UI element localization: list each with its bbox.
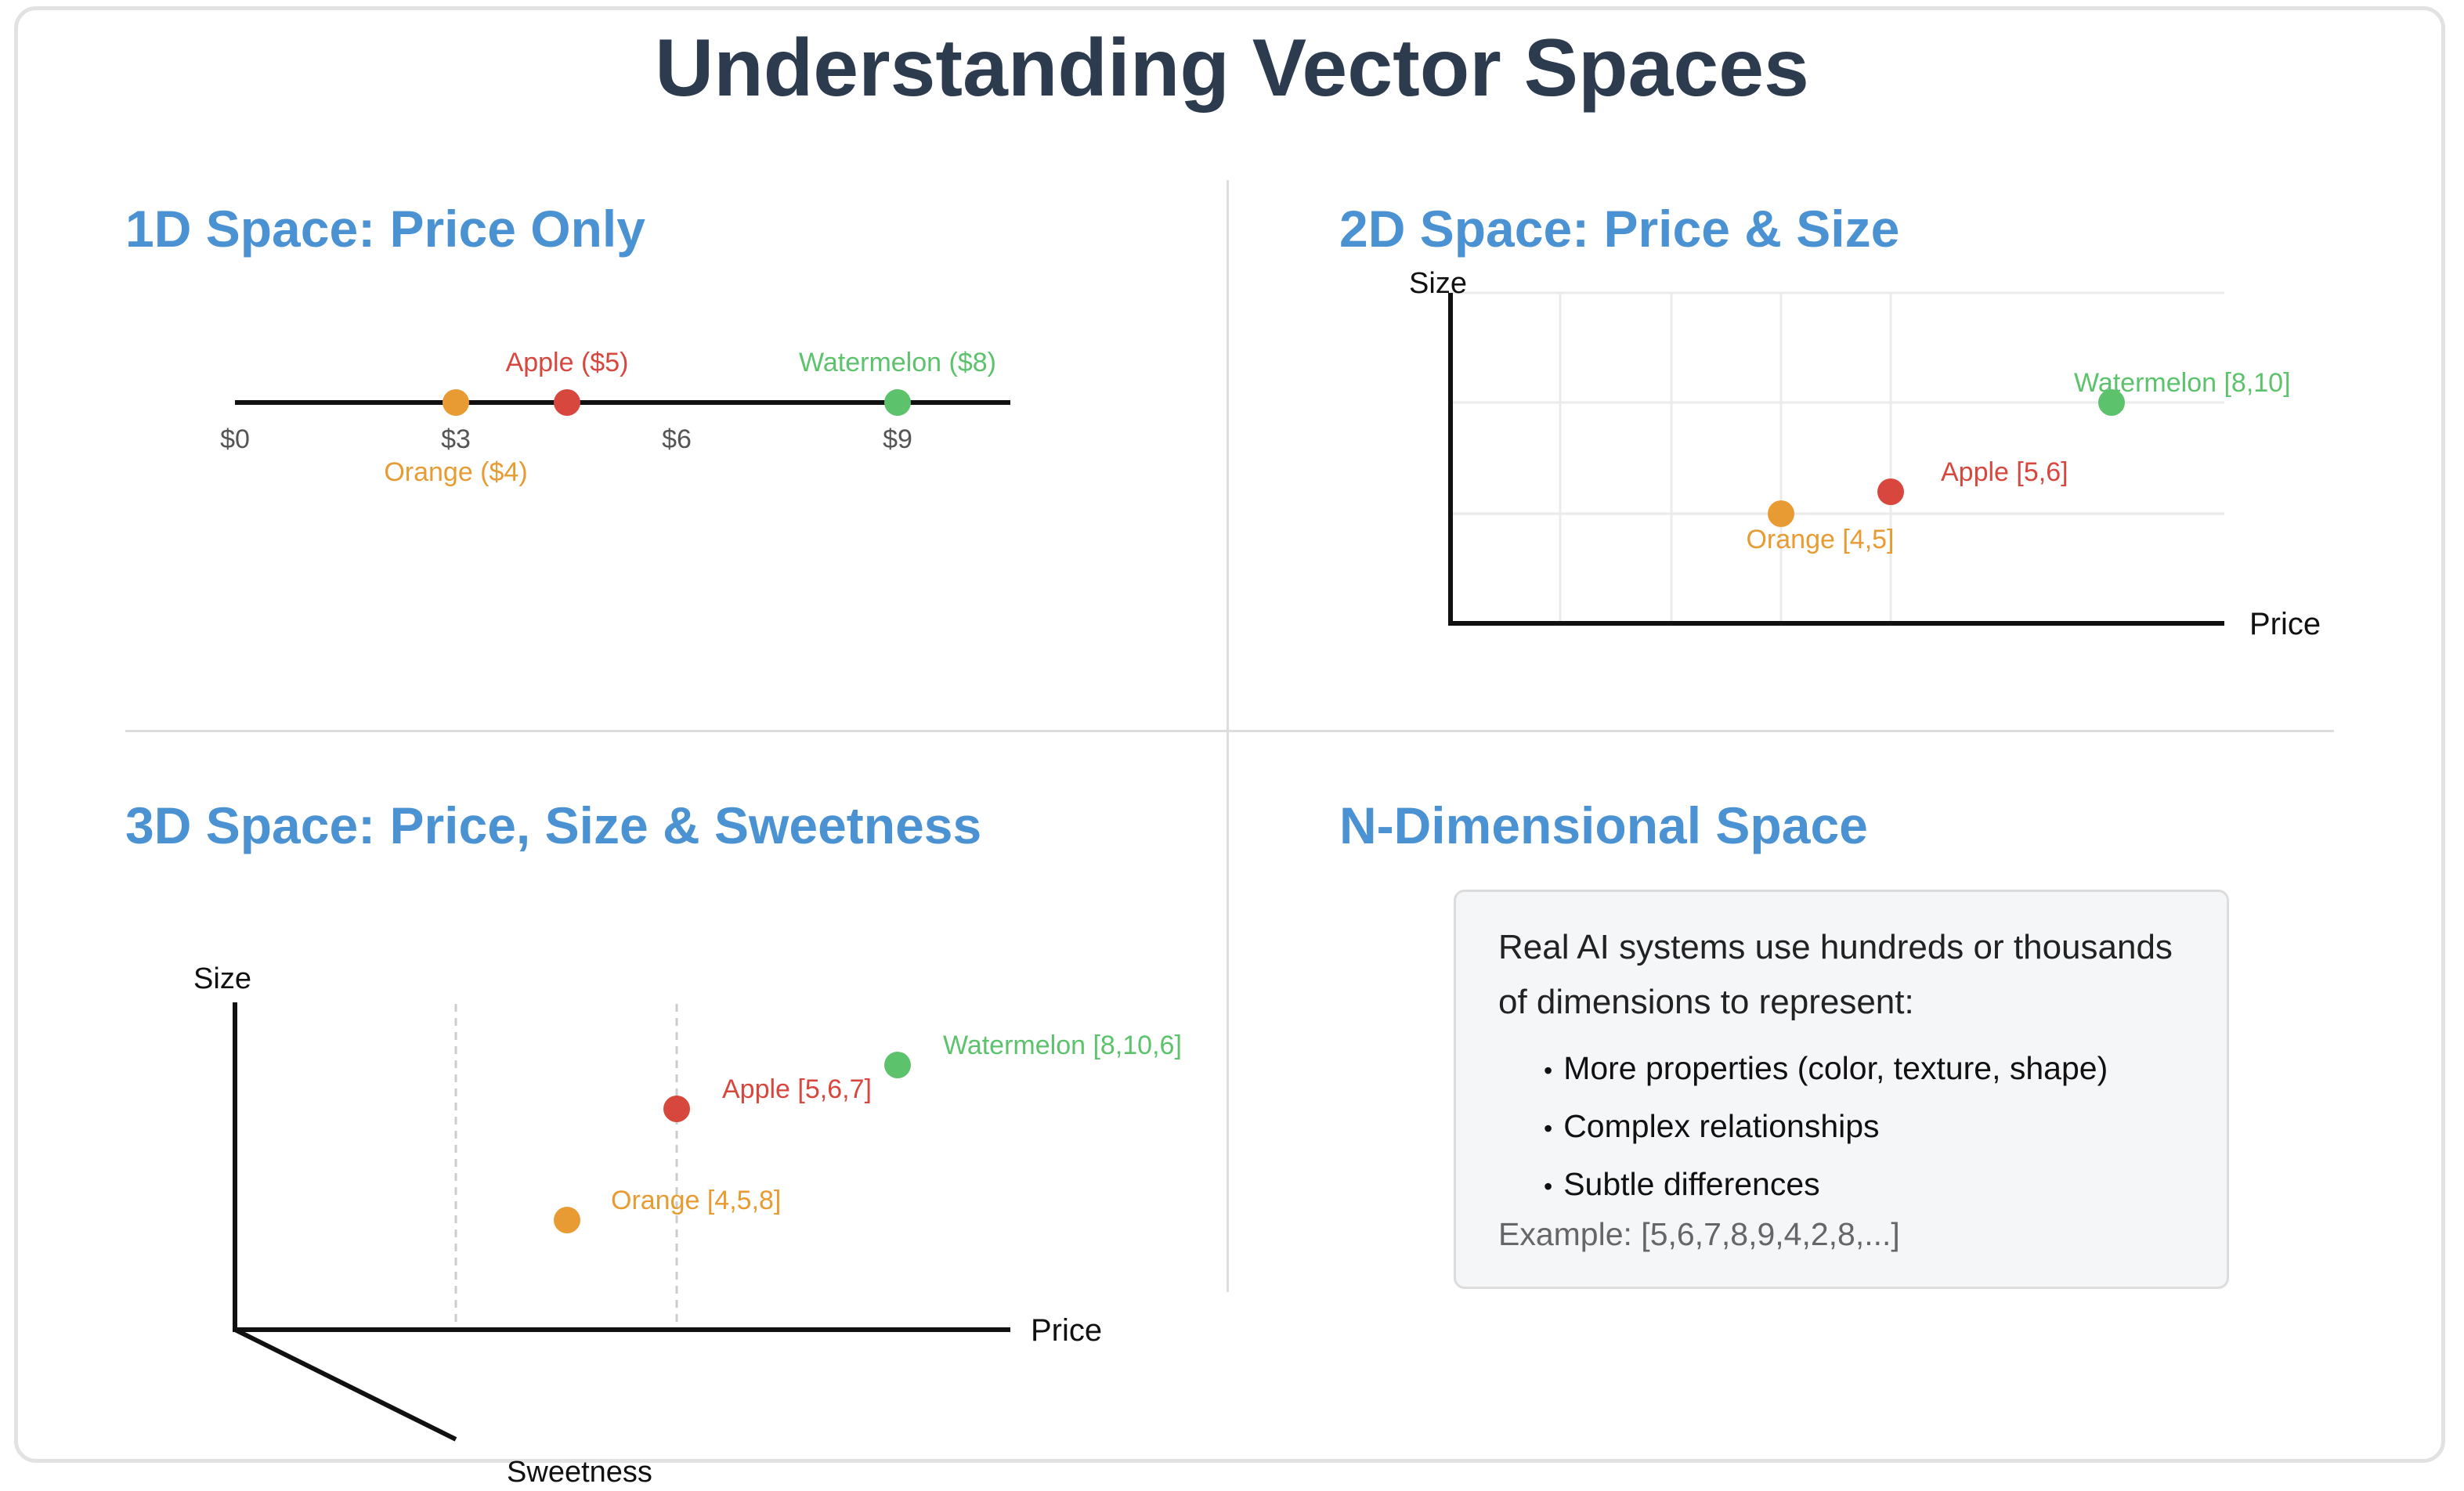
nd-intro-text: Real AI systems use hundreds or thousand… <box>1498 928 2173 1021</box>
apple-point <box>554 389 580 416</box>
nd-example-vector: Example: [5,6,7,8,9,4,2,8,...] <box>1498 1216 1900 1252</box>
tick-label-9: $9 <box>883 424 912 454</box>
sweetness-axis-label: Sweetness <box>507 1456 652 1489</box>
nd-property-list: More properties (color, texture, shape) … <box>1498 1041 2184 1215</box>
panel-3d-plot: Size Price Sweetness Orange [4,5,8] Appl… <box>193 962 1182 1489</box>
n-dimensional-info-box: Real AI systems use hundreds or thousand… <box>1454 890 2229 1289</box>
orange-point <box>443 389 469 416</box>
list-item: Subtle differences <box>1544 1157 2184 1215</box>
list-item: Complex relationships <box>1544 1099 2184 1157</box>
price-axis-label: Price <box>1031 1313 1102 1348</box>
sweetness-axis <box>233 1327 457 1442</box>
apple-label: Apple [5,6,7] <box>722 1074 872 1104</box>
size-axis-label: Size <box>193 962 251 995</box>
watermelon-label: Watermelon ($8) <box>799 348 996 377</box>
apple-label: Apple [5,6] <box>1941 457 2068 487</box>
apple-label: Apple ($5) <box>506 348 629 377</box>
watermelon-label: Watermelon [8,10,6] <box>943 1031 1182 1060</box>
orange-label: Orange [4,5] <box>1746 525 1894 554</box>
watermelon-point <box>884 1052 911 1078</box>
y-axis-label: Size <box>1409 267 1467 300</box>
orange-label: Orange ($4) <box>384 457 527 487</box>
panel-1d-number-line: $0 $3 $6 $9 Orange ($4) Apple ($5) Water… <box>220 348 1010 487</box>
orange-point <box>554 1207 580 1233</box>
x-axis-label: Price <box>2249 607 2321 641</box>
apple-point <box>1877 478 1904 505</box>
tick-label-0: $0 <box>220 424 250 454</box>
watermelon-label: Watermelon [8,10] <box>2074 368 2291 398</box>
orange-point <box>1768 500 1794 527</box>
watermelon-point <box>884 389 911 416</box>
tick-label-6: $6 <box>662 424 692 454</box>
orange-label: Orange [4,5,8] <box>611 1186 781 1215</box>
panel-2d-plot: Size Price Orange [4,5] Apple [5,6] Wate… <box>1409 267 2321 641</box>
grid-lines <box>1451 291 2224 623</box>
tick-label-3: $3 <box>441 424 471 454</box>
apple-point <box>663 1096 690 1122</box>
list-item: More properties (color, texture, shape) <box>1544 1041 2184 1099</box>
